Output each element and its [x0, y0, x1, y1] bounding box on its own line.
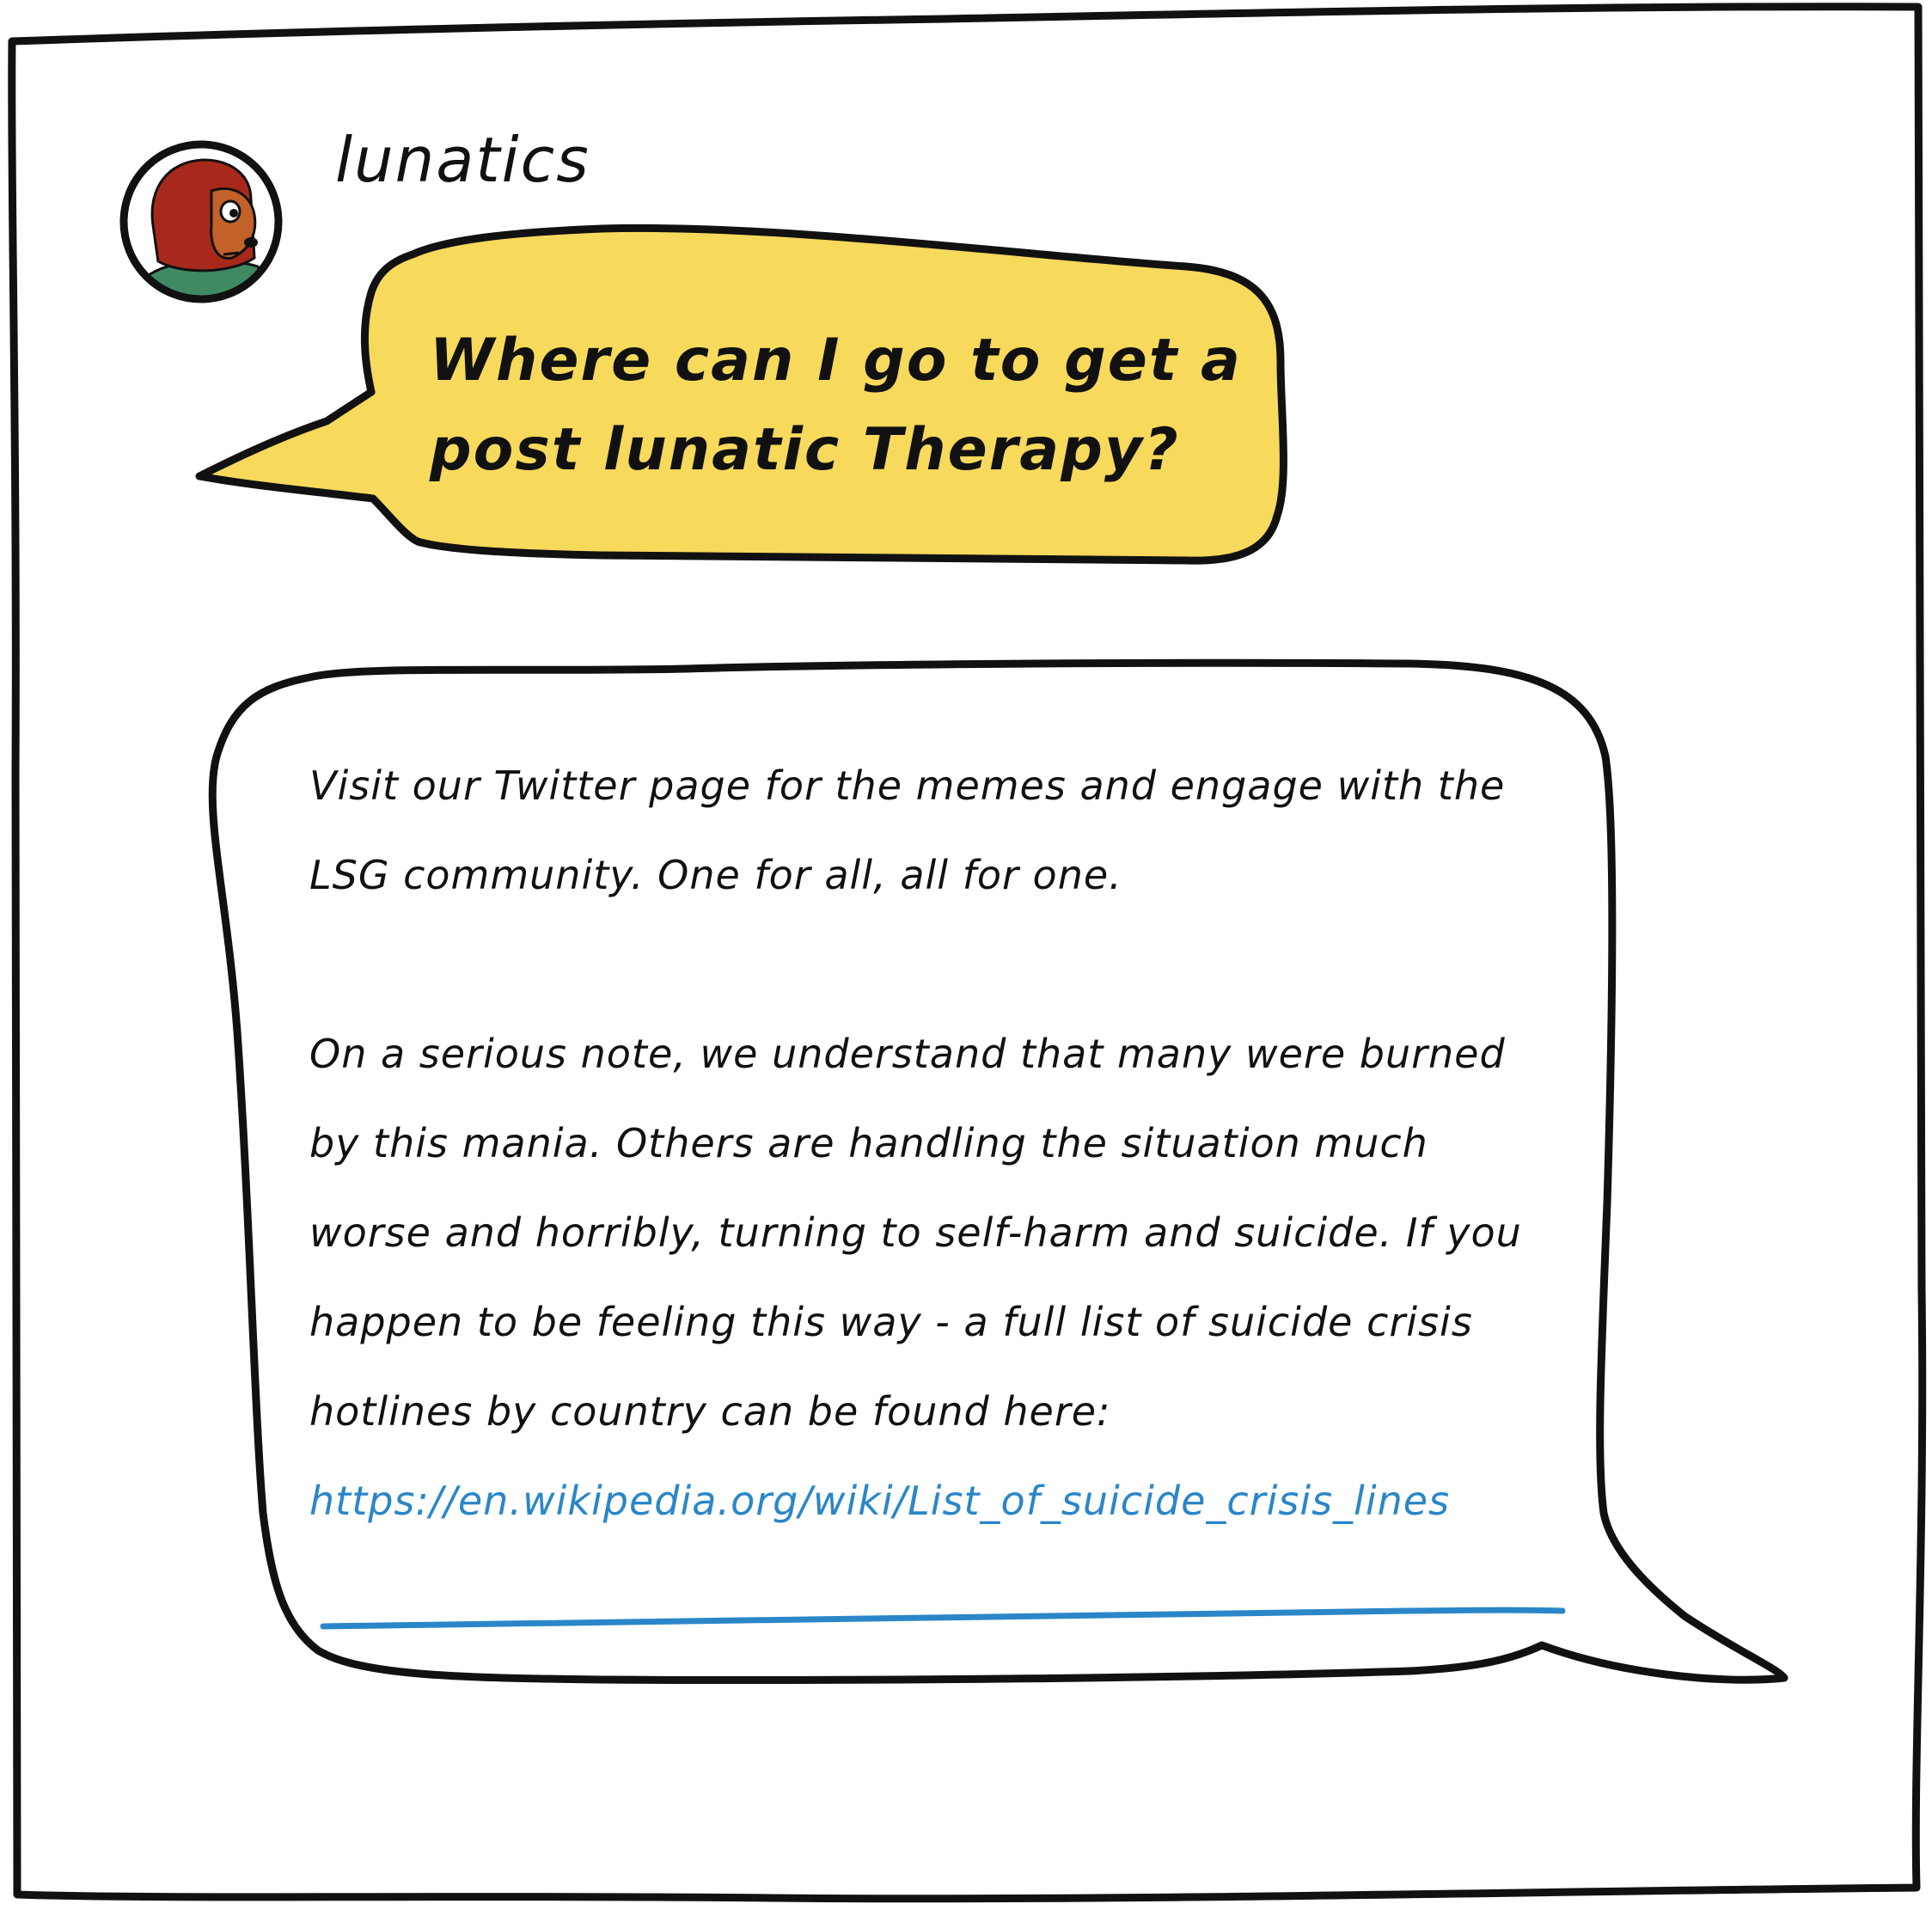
reply-paragraph-2: On a serious note, we understand that ma…	[309, 1031, 1522, 1435]
reply-text: Visit our Twitter page for the memes and…	[309, 741, 1530, 1546]
question-text: Where can I go to get a post lunatic The…	[430, 327, 1242, 484]
reply-paragraph-1: Visit our Twitter page for the memes and…	[309, 762, 1506, 898]
crisis-lines-link[interactable]: https://en.wikipedia.org/wiki/List_of_su…	[309, 1456, 1450, 1546]
username[interactable]: lunatics	[335, 129, 590, 191]
